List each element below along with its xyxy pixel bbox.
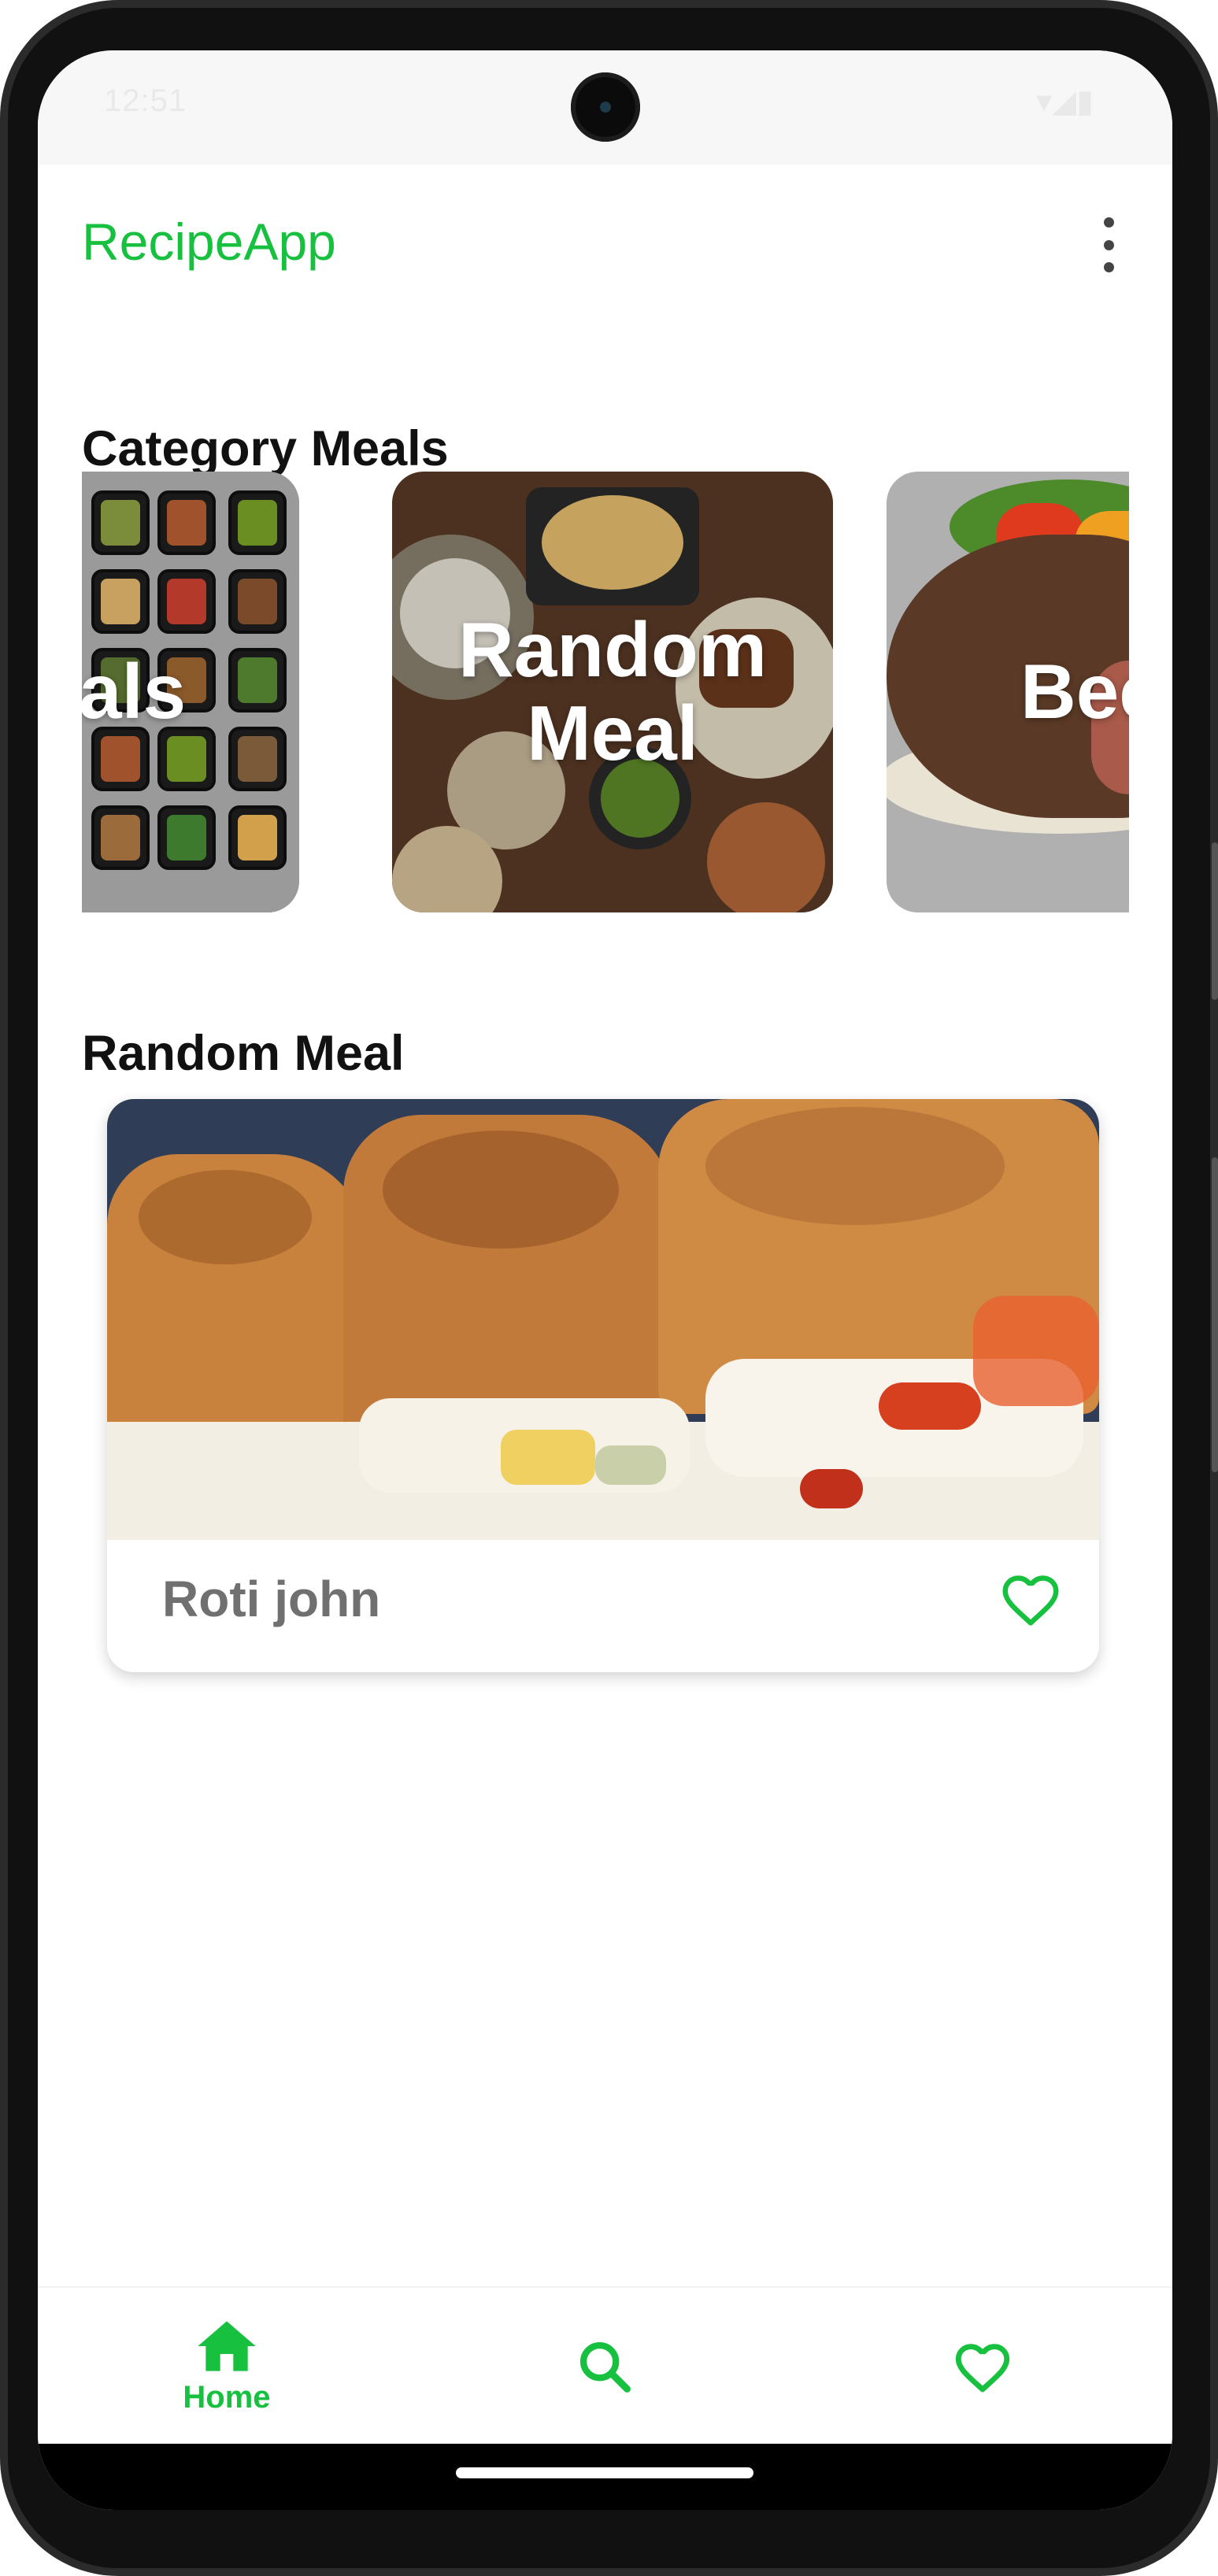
phone-screen: 12:51 ▾◢▮ RecipeApp Category Meals als R… <box>38 50 1172 2510</box>
category-label-meals: Meals <box>82 648 187 735</box>
status-icons: ▾◢▮ <box>1036 84 1094 119</box>
nav-home[interactable]: Home <box>109 2288 345 2445</box>
random-meal-name: Roti john <box>162 1571 381 1627</box>
category-label-beef: Beef <box>1020 648 1129 735</box>
random-meal-card[interactable]: Roti john <box>107 1099 1099 1672</box>
category-label-random-meal: Random Meal <box>458 606 767 776</box>
front-camera <box>571 72 640 142</box>
category-carousel[interactable]: Meals Random Meal <box>82 472 1129 912</box>
category-card-beef[interactable]: Beef <box>887 472 1129 912</box>
search-icon <box>579 2341 631 2393</box>
category-section-title: Category Meals <box>82 421 449 476</box>
volume-button <box>1212 842 1218 1000</box>
nav-search[interactable] <box>487 2288 723 2445</box>
home-icon <box>198 2320 256 2371</box>
random-meal-section-title: Random Meal <box>82 1026 405 1081</box>
app-title: RecipeApp <box>82 213 336 271</box>
bottom-navigation: Home <box>38 2286 1172 2445</box>
status-bar: 12:51 ▾◢▮ <box>38 50 1172 165</box>
home-gesture-handle[interactable] <box>456 2467 753 2478</box>
nav-favorites[interactable] <box>864 2288 1101 2445</box>
device-frame: 12:51 ▾◢▮ RecipeApp Category Meals als R… <box>0 0 1218 2576</box>
random-meal-image <box>107 1099 1099 1540</box>
heart-outline-icon[interactable] <box>997 1565 1064 1633</box>
status-time: 12:51 <box>104 83 187 118</box>
category-card-meals[interactable]: Meals <box>82 472 299 912</box>
power-button <box>1212 1157 1218 1472</box>
category-card-random-meal[interactable]: Random Meal <box>392 472 833 912</box>
heart-outline-icon <box>955 2344 1010 2393</box>
nav-home-label: Home <box>183 2379 271 2415</box>
gesture-navigation-bar <box>38 2444 1172 2510</box>
more-vert-icon[interactable] <box>1093 217 1124 272</box>
